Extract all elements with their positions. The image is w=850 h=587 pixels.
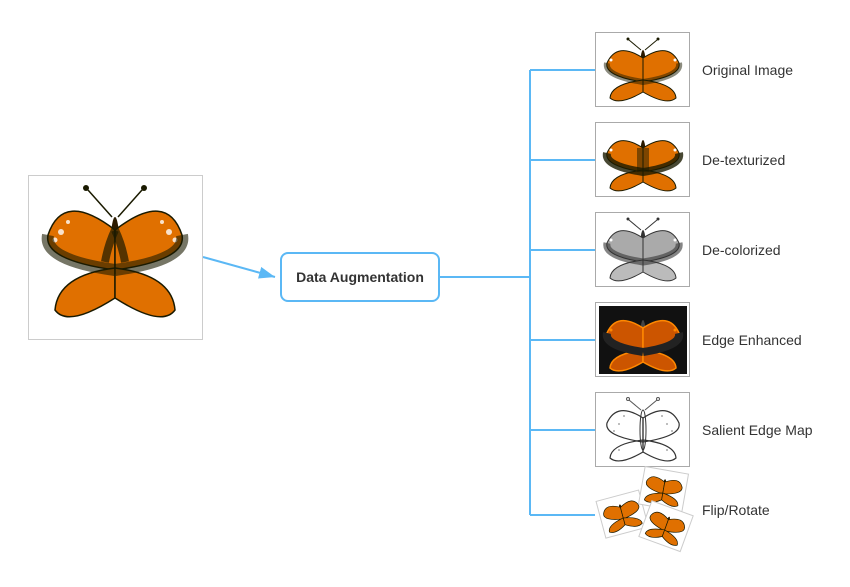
flip-rotate-label: Flip/Rotate [702, 502, 770, 518]
augmentation-box: Data Augmentation [280, 252, 440, 302]
decolorized-label: De-colorized [702, 242, 781, 258]
result-edge-enhanced: Edge Enhanced [595, 302, 802, 377]
diagram-container: Data Augmentation Original Image [0, 0, 850, 587]
decolorized-thumb [595, 212, 690, 287]
flip-rotate-thumb [595, 472, 690, 547]
detexturized-thumb [595, 122, 690, 197]
result-salient-edge: Salient Edge Map [595, 392, 813, 467]
augmentation-label: Data Augmentation [296, 269, 424, 285]
result-decolorized: De-colorized [595, 212, 781, 287]
result-detexturized: De-texturized [595, 122, 785, 197]
original-thumb [595, 32, 690, 107]
detexturized-label: De-texturized [702, 152, 785, 168]
salient-edge-thumb [595, 392, 690, 467]
original-label: Original Image [702, 62, 793, 78]
salient-edge-label: Salient Edge Map [702, 422, 813, 438]
result-original: Original Image [595, 32, 793, 107]
result-flip-rotate: Flip/Rotate [595, 472, 770, 547]
edge-enhanced-label: Edge Enhanced [702, 332, 802, 348]
source-butterfly-image [28, 175, 203, 340]
edge-enhanced-thumb [595, 302, 690, 377]
